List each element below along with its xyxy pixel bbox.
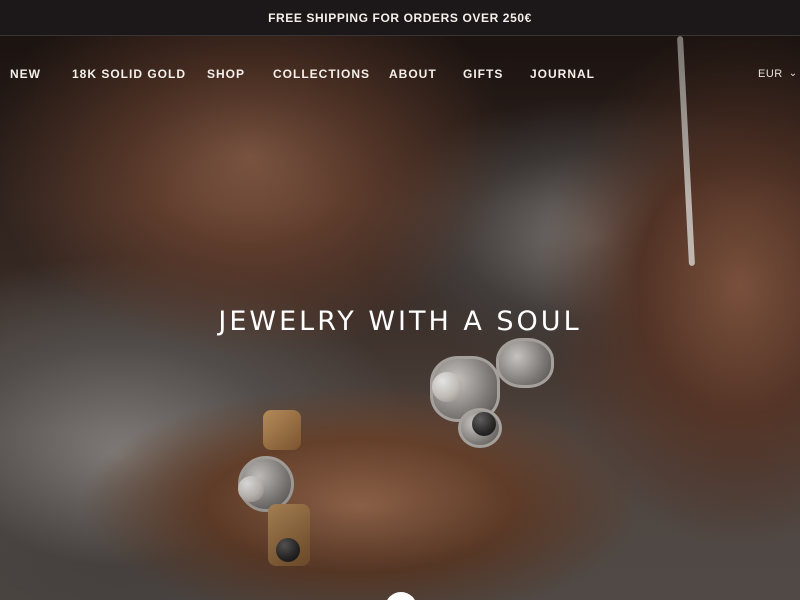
nav-item-gifts[interactable]: GIFTS bbox=[463, 60, 503, 88]
nav-item-about[interactable]: ABOUT bbox=[389, 60, 437, 88]
nav-item-new[interactable]: NEW bbox=[10, 60, 41, 88]
announcement-bar: FREE SHIPPING FOR ORDERS OVER 250€ bbox=[0, 0, 800, 36]
hero-headline: JEWELRY WITH A SOUL bbox=[218, 306, 582, 337]
currency-selector[interactable]: EUR ⌄ bbox=[758, 60, 798, 88]
chevron-down-icon: ⌄ bbox=[788, 67, 798, 79]
announcement-text: FREE SHIPPING FOR ORDERS OVER 250€ bbox=[268, 10, 532, 25]
main-nav: NEW 18K SOLID GOLD SHOP COLLECTIONS ABOU… bbox=[0, 60, 800, 88]
nav-item-collections[interactable]: COLLECTIONS bbox=[273, 60, 370, 88]
currency-value: EUR bbox=[758, 68, 783, 80]
nav-item-18k-solid-gold[interactable]: 18K SOLID GOLD bbox=[72, 60, 186, 88]
nav-item-shop[interactable]: SHOP bbox=[207, 60, 245, 88]
nav-item-journal[interactable]: JOURNAL bbox=[530, 60, 595, 88]
